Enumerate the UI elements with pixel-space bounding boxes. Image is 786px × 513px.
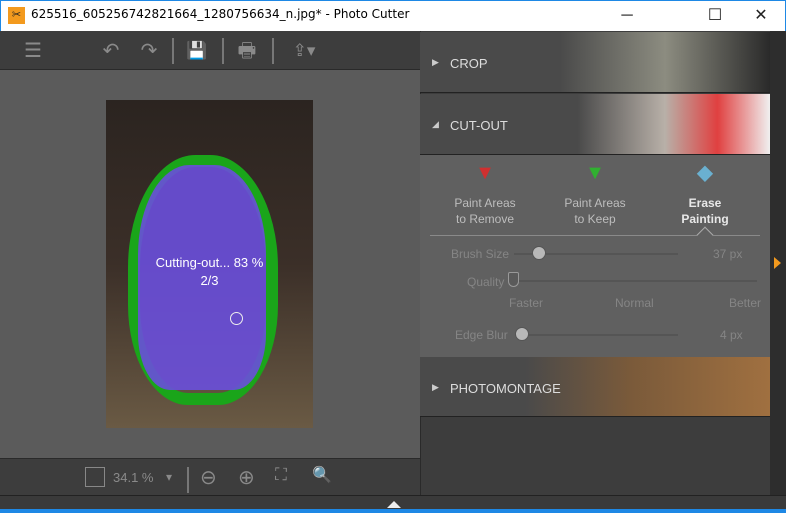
navigator-icon[interactable] — [85, 467, 105, 487]
window-title: 625516_605256742821664_1280756634_n.jpg*… — [31, 7, 410, 21]
section-cutout[interactable]: ◢ CUT-OUT — [420, 94, 770, 155]
quality-option-normal[interactable]: Normal — [615, 296, 654, 310]
brush-cursor — [230, 312, 243, 325]
section-label: CUT-OUT — [450, 118, 508, 133]
tool-label: Painting — [681, 212, 729, 226]
collapse-arrow-icon[interactable] — [774, 257, 781, 269]
collapse-arrow-icon: ◢ — [432, 119, 439, 129]
menu-icon[interactable]: ☰ — [18, 37, 48, 65]
progress-label: Cutting-out... 83 % — [155, 255, 264, 270]
undo-icon[interactable]: ↶ — [96, 37, 126, 65]
actual-size-icon[interactable]: ⛶ — [275, 465, 287, 485]
expand-arrow-icon: ▶ — [432, 57, 439, 67]
share-icon[interactable]: ⇪▾ — [284, 37, 324, 65]
redo-icon[interactable]: ↷ — [134, 37, 164, 65]
progress-overlay: Cutting-out... 83 % 2/3 — [106, 254, 313, 290]
tool-label: to Keep — [574, 212, 616, 226]
edge-blur-slider[interactable] — [518, 334, 678, 336]
section-crop[interactable]: ▶ CROP — [420, 32, 770, 93]
marker-green-icon: ▼ — [585, 162, 605, 184]
section-photomontage[interactable]: ▶ PHOTOMONTAGE — [420, 357, 770, 417]
erase-painting-tool[interactable]: ◆ Erase Painting — [650, 162, 760, 227]
divider — [272, 38, 274, 64]
tool-label: Paint Areas — [454, 196, 516, 210]
eraser-icon: ◆ — [697, 162, 713, 184]
tool-label: Erase — [688, 196, 722, 210]
maximize-button[interactable]: ☐ — [692, 0, 738, 31]
quality-option-faster[interactable]: Faster — [509, 296, 543, 310]
tool-label: to Remove — [455, 212, 515, 226]
save-icon[interactable]: 💾 — [182, 37, 212, 65]
brush-size-handle[interactable] — [532, 246, 546, 260]
zoom-value[interactable]: 34.1 % — [113, 470, 153, 485]
paint-keep-tool[interactable]: ▼ Paint Areas to Keep — [540, 162, 650, 227]
close-button[interactable]: ✕ — [738, 0, 784, 31]
zoom-bar: 34.1 % ▾ ⊖ ⊕ ⛶ 🔍 — [0, 458, 420, 495]
edge-blur-value: 4 px — [720, 328, 743, 342]
expand-up-icon[interactable] — [387, 501, 401, 508]
brush-size-label: Brush Size — [451, 247, 510, 261]
edge-blur-label: Edge Blur — [455, 328, 508, 342]
paint-remove-tool[interactable]: ▼ Paint Areas to Remove — [430, 162, 540, 227]
zoom-dropdown-icon[interactable]: ▾ — [166, 470, 172, 484]
app-logo-icon: ✂ — [8, 7, 25, 24]
section-label: CROP — [450, 56, 488, 71]
toolbar: ☰ ↶ ↷ 💾 🖶 ⇪▾ — [0, 31, 420, 70]
divider — [172, 38, 174, 64]
section-label: PHOTOMONTAGE — [450, 381, 561, 396]
tool-label: Paint Areas — [564, 196, 626, 210]
progress-step: 2/3 — [200, 273, 219, 288]
edge-blur-handle[interactable] — [515, 327, 529, 341]
divider — [222, 38, 224, 64]
quality-slider[interactable] — [510, 280, 757, 282]
brush-size-value: 37 px — [713, 247, 743, 261]
divider — [187, 467, 189, 493]
expand-arrow-icon: ▶ — [432, 382, 439, 392]
quality-label: Quality — [467, 275, 505, 289]
print-icon[interactable]: 🖶 — [232, 37, 262, 65]
minimize-button[interactable]: ─ — [604, 0, 650, 31]
fit-to-window-icon[interactable]: 🔍 — [312, 465, 332, 485]
zoom-in-icon[interactable]: ⊕ — [238, 465, 255, 490]
quality-handle[interactable] — [508, 272, 519, 287]
quality-option-better[interactable]: Better — [729, 296, 761, 310]
marker-red-icon: ▼ — [475, 162, 495, 184]
window-border — [0, 509, 786, 513]
zoom-out-icon[interactable]: ⊖ — [200, 465, 217, 490]
